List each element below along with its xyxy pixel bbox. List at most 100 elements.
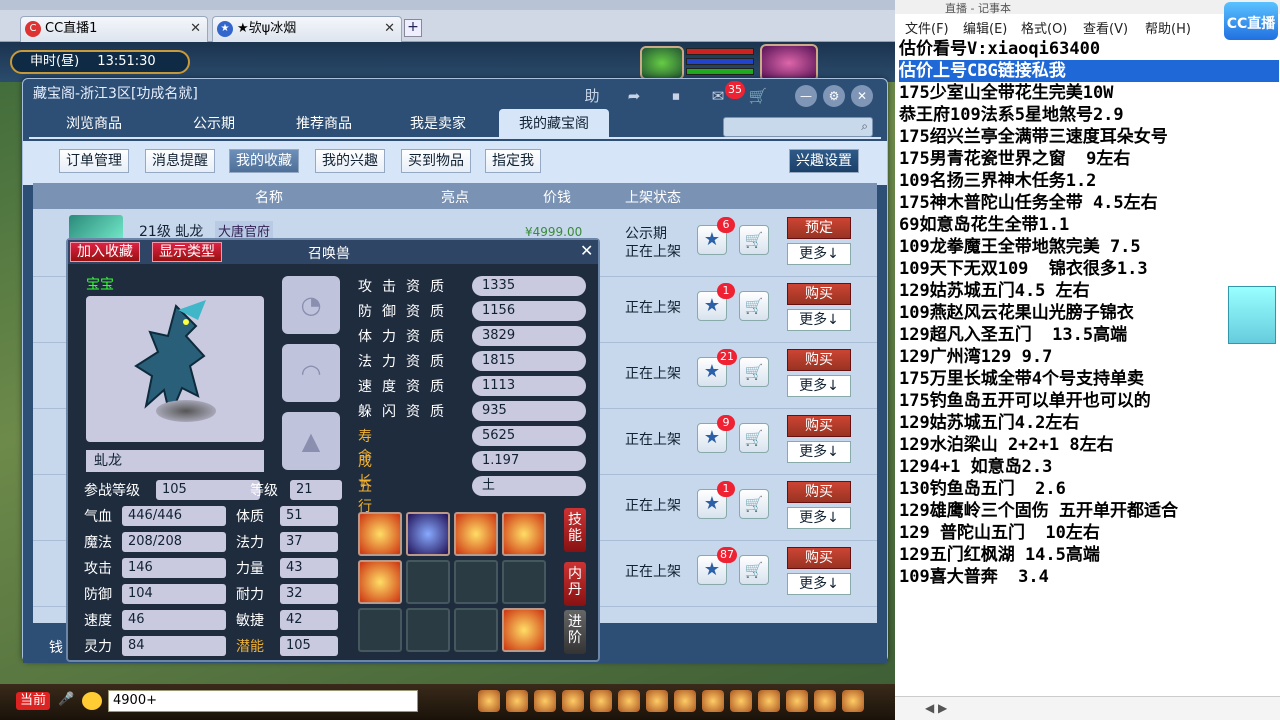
add-cart-icon[interactable]: 🛒 bbox=[739, 489, 769, 519]
menu-view[interactable]: 查看(V) bbox=[1083, 18, 1128, 37]
tray-team-icon[interactable] bbox=[590, 690, 612, 712]
order-management-button[interactable]: 订单管理 bbox=[59, 149, 129, 173]
tab-label: CC直播1 bbox=[45, 21, 98, 36]
cart-icon[interactable]: 🛒 bbox=[747, 85, 769, 107]
add-cart-icon[interactable]: 🛒 bbox=[739, 291, 769, 321]
close-icon[interactable]: ✕ bbox=[851, 85, 873, 107]
skill-slot-empty bbox=[454, 560, 498, 604]
tray-friend-icon[interactable] bbox=[730, 690, 752, 712]
message-reminder-button[interactable]: 消息提醒 bbox=[145, 149, 215, 173]
col-status: 上架状态 bbox=[625, 190, 681, 206]
col-name: 名称 bbox=[255, 190, 283, 206]
tray-map-icon[interactable] bbox=[842, 690, 864, 712]
more-button[interactable]: 更多↓ bbox=[787, 243, 851, 265]
interest-settings-button[interactable]: 兴趣设置 bbox=[789, 149, 859, 173]
tray-shop-icon[interactable] bbox=[758, 690, 780, 712]
more-button[interactable]: 更多↓ bbox=[787, 375, 851, 397]
skills-tab[interactable]: 技能 bbox=[564, 508, 586, 552]
tray-trade-icon[interactable] bbox=[562, 690, 584, 712]
tab-public[interactable]: 公示期 bbox=[159, 109, 269, 139]
buy-button[interactable]: 购买 bbox=[787, 547, 851, 569]
tray-system-icon[interactable] bbox=[786, 690, 808, 712]
show-type-button[interactable]: 显示类型 bbox=[152, 242, 222, 262]
menu-help[interactable]: 帮助(H) bbox=[1145, 18, 1191, 37]
close-icon[interactable]: ✕ bbox=[580, 241, 593, 260]
skill-thunder-icon[interactable] bbox=[454, 512, 498, 556]
reserve-button[interactable]: 预定 bbox=[787, 217, 851, 239]
add-cart-icon[interactable]: 🛒 bbox=[739, 225, 769, 255]
tray-give-icon[interactable] bbox=[534, 690, 556, 712]
add-cart-icon[interactable]: 🛒 bbox=[739, 357, 769, 387]
notepad-line: 估价上号CBG链接私我 bbox=[899, 60, 1279, 82]
tab-my-store[interactable]: 我的藏宝阁 bbox=[499, 109, 609, 139]
tray-attack-icon[interactable] bbox=[478, 690, 500, 712]
add-cart-icon[interactable]: 🛒 bbox=[739, 423, 769, 453]
more-button[interactable]: 更多↓ bbox=[787, 573, 851, 595]
emoji-icon[interactable] bbox=[82, 692, 102, 710]
notepad-line: 175绍兴兰亭全满带三速度耳朵女号 bbox=[899, 127, 1168, 147]
search-icon[interactable]: ⌕ bbox=[861, 119, 868, 134]
new-tab-button[interactable]: + bbox=[404, 19, 422, 37]
microphone-icon[interactable]: 🎤 bbox=[58, 692, 76, 710]
share-icon[interactable]: ➦ bbox=[623, 85, 645, 107]
search-input[interactable]: ⌕ bbox=[723, 117, 873, 137]
tray-emote-icon[interactable] bbox=[814, 690, 836, 712]
chat-input[interactable]: 4900+ bbox=[108, 690, 418, 712]
my-interests-button[interactable]: 我的兴趣 bbox=[315, 149, 385, 173]
notepad-text-area[interactable]: 估价看号V:xiaoqi63400 估价上号CBG链接私我 175少室山全带花生完美… bbox=[899, 38, 1279, 588]
browser-tab-bar: C CC直播1 ✕ ★ ★欤ψ冰烟 ✕ + bbox=[0, 0, 895, 42]
tray-task-icon[interactable] bbox=[646, 690, 668, 712]
buy-button[interactable]: 购买 bbox=[787, 415, 851, 437]
notepad-line: 129雄鹰岭三个固伤 五开单开都适合 bbox=[899, 501, 1178, 521]
tray-bag-icon[interactable] bbox=[506, 690, 528, 712]
bought-items-button[interactable]: 买到物品 bbox=[401, 149, 471, 173]
browser-tab-game[interactable]: ★ ★欤ψ冰烟 ✕ bbox=[212, 16, 402, 42]
skill-wing-icon[interactable] bbox=[406, 512, 450, 556]
side-widget[interactable] bbox=[1228, 286, 1276, 344]
menu-edit[interactable]: 编辑(E) bbox=[963, 18, 1007, 37]
skill-fly-icon[interactable] bbox=[358, 560, 402, 604]
listing-status: 正在上架 bbox=[625, 564, 681, 580]
tab-browse[interactable]: 浏览商品 bbox=[39, 109, 149, 139]
notepad-line: 129姑苏城五门4.5 左右 bbox=[899, 281, 1090, 301]
skill-flame-icon[interactable] bbox=[502, 608, 546, 652]
assigned-to-me-button[interactable]: 指定我 bbox=[485, 149, 541, 173]
my-favorites-button[interactable]: 我的收藏 bbox=[229, 149, 299, 173]
close-tab-icon[interactable]: ✕ bbox=[190, 17, 201, 41]
advance-tab[interactable]: 进阶 bbox=[564, 610, 586, 654]
buy-button[interactable]: 购买 bbox=[787, 349, 851, 371]
minimize-icon[interactable]: — bbox=[795, 85, 817, 107]
add-favorite-button[interactable]: 加入收藏 bbox=[70, 242, 140, 262]
equip-slot-3-icon[interactable]: ▲ bbox=[282, 412, 340, 470]
skill-fire-icon[interactable] bbox=[358, 512, 402, 556]
pet-avatar[interactable] bbox=[640, 46, 684, 80]
equip-slot-1-icon[interactable]: ◔ bbox=[282, 276, 340, 334]
tray-pet-icon[interactable] bbox=[618, 690, 640, 712]
tab-seller[interactable]: 我是卖家 bbox=[383, 109, 493, 139]
tab-recommended[interactable]: 推荐商品 bbox=[269, 109, 379, 139]
more-button[interactable]: 更多↓ bbox=[787, 309, 851, 331]
buy-button[interactable]: 购买 bbox=[787, 283, 851, 305]
more-button[interactable]: 更多↓ bbox=[787, 507, 851, 529]
menu-format[interactable]: 格式(O) bbox=[1021, 18, 1067, 37]
close-tab-icon[interactable]: ✕ bbox=[384, 17, 395, 41]
skill-slot-empty bbox=[502, 560, 546, 604]
add-cart-icon[interactable]: 🛒 bbox=[739, 555, 769, 585]
browser-tab-cc[interactable]: C CC直播1 ✕ bbox=[20, 16, 208, 42]
help-icon[interactable]: 助 bbox=[581, 85, 603, 107]
buy-button[interactable]: 购买 bbox=[787, 481, 851, 503]
tray-gang-icon[interactable] bbox=[674, 690, 696, 712]
sub-navigation: 订单管理 消息提醒 我的收藏 我的兴趣 买到物品 指定我 兴趣设置 bbox=[23, 141, 887, 185]
more-button[interactable]: 更多↓ bbox=[787, 441, 851, 463]
menu-file[interactable]: 文件(F) bbox=[905, 18, 949, 37]
notepad-line: 175少室山全带花生完美10W bbox=[899, 83, 1114, 103]
inner-core-tab[interactable]: 内丹 bbox=[564, 562, 586, 606]
player-avatar[interactable] bbox=[760, 44, 818, 82]
chat-channel-button[interactable]: 当前 bbox=[16, 692, 50, 710]
tray-quick-icon[interactable] bbox=[702, 690, 724, 712]
stop-icon[interactable]: ⏹ bbox=[665, 85, 687, 107]
list-header: 名称 亮点 价钱 上架状态 bbox=[33, 183, 877, 209]
skill-heart-icon[interactable] bbox=[502, 512, 546, 556]
equip-slot-2-icon[interactable]: ◠ bbox=[282, 344, 340, 402]
settings-icon[interactable]: ⚙ bbox=[823, 85, 845, 107]
